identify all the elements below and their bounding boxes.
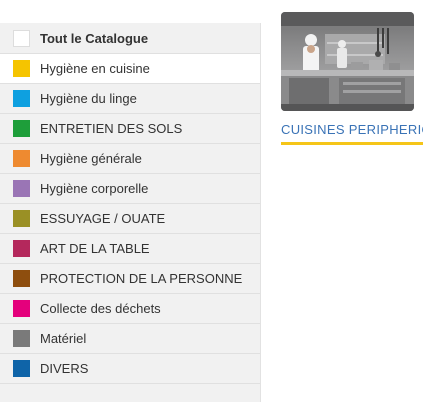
category-card[interactable]: CUISINES PERIPHERIQUES bbox=[281, 12, 423, 145]
sidebar-item-entretien-sols[interactable]: ENTRETIEN DES SOLS bbox=[0, 114, 260, 144]
category-card-title[interactable]: CUISINES PERIPHERIQUES bbox=[281, 122, 423, 145]
sidebar-item-hygiene-linge[interactable]: Hygiène du linge bbox=[0, 84, 260, 114]
sidebar-item-protection-personne[interactable]: PROTECTION DE LA PERSONNE bbox=[0, 264, 260, 294]
sidebar-item-label: DIVERS bbox=[40, 361, 89, 376]
sidebar-item-essuyage-ouate[interactable]: ESSUYAGE / OUATE bbox=[0, 204, 260, 234]
sidebar-item-all-catalogue[interactable]: Tout le Catalogue bbox=[0, 23, 260, 54]
sidebar-item-hygiene-corporelle[interactable]: Hygiène corporelle bbox=[0, 174, 260, 204]
sidebar-item-label: Hygiène générale bbox=[40, 151, 142, 166]
category-color-swatch bbox=[13, 120, 30, 137]
kitchen-photo[interactable] bbox=[281, 12, 414, 111]
sidebar-item-collecte-dechets[interactable]: Collecte des déchets bbox=[0, 294, 260, 324]
category-color-swatch bbox=[13, 270, 30, 287]
sidebar-item-hygiene-generale[interactable]: Hygiène générale bbox=[0, 144, 260, 174]
category-color-swatch bbox=[13, 29, 30, 47]
category-color-swatch bbox=[13, 330, 30, 347]
sidebar-item-label: PROTECTION DE LA PERSONNE bbox=[40, 271, 243, 286]
category-color-swatch bbox=[13, 90, 30, 107]
sidebar-item-hygiene-cuisine[interactable]: Hygiène en cuisine bbox=[0, 54, 260, 84]
sidebar-item-label: ENTRETIEN DES SOLS bbox=[40, 121, 183, 136]
category-color-swatch bbox=[13, 240, 30, 257]
sidebar-item-materiel[interactable]: Matériel bbox=[0, 324, 260, 354]
sidebar-item-label: Hygiène du linge bbox=[40, 91, 137, 106]
sidebar-item-label: Hygiène en cuisine bbox=[40, 61, 150, 76]
category-color-swatch bbox=[13, 300, 30, 317]
sidebar-item-art-de-la-table[interactable]: ART DE LA TABLE bbox=[0, 234, 260, 264]
sidebar-item-label: Collecte des déchets bbox=[40, 301, 161, 316]
sidebar-item-label: Hygiène corporelle bbox=[40, 181, 149, 196]
kitchen-illustration bbox=[281, 12, 414, 111]
category-color-swatch bbox=[13, 150, 30, 167]
sidebar-item-label: ART DE LA TABLE bbox=[40, 241, 150, 256]
category-color-swatch bbox=[13, 360, 30, 377]
category-color-swatch bbox=[13, 210, 30, 227]
sidebar-item-divers[interactable]: DIVERS bbox=[0, 354, 260, 384]
category-color-swatch bbox=[13, 180, 30, 197]
category-sidebar: Tout le Catalogue Hygiène en cuisine Hyg… bbox=[0, 23, 261, 402]
sidebar-item-label: Tout le Catalogue bbox=[40, 30, 149, 46]
category-color-swatch bbox=[13, 60, 30, 77]
sidebar-item-label: ESSUYAGE / OUATE bbox=[40, 211, 166, 226]
sidebar-item-label: Matériel bbox=[40, 331, 87, 346]
